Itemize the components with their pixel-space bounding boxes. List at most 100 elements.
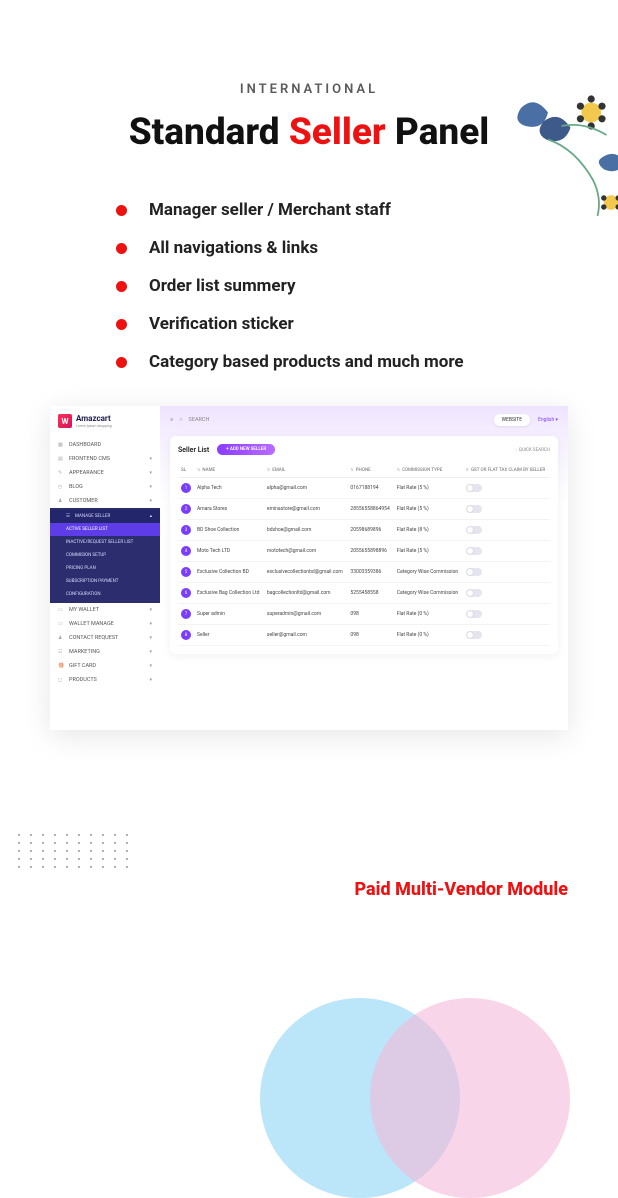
submenu-item[interactable]: CONFIGURATION — [50, 588, 160, 601]
nav-label: WALLET MANAGE — [69, 621, 114, 627]
row-number-badge: 7 — [181, 609, 191, 619]
submenu-item[interactable]: INACTIVE/REQUEST SELLER LIST — [50, 536, 160, 549]
chevron-down-icon: ▾ — [149, 677, 152, 683]
nav-label: GIFT CARD — [69, 663, 96, 669]
nav-label: MARKETING — [69, 649, 100, 655]
brand-name: Amazcart — [76, 414, 112, 423]
submenu-item[interactable]: PRICING PLAN — [50, 562, 160, 575]
bullet-icon — [116, 243, 127, 254]
chevron-down-icon: ▾ — [149, 498, 152, 504]
submenu-item[interactable]: SUBSCRIPTION PAYMENT — [50, 575, 160, 588]
chevron-up-icon: ▴ — [150, 514, 152, 519]
column-header[interactable]: ⇅COMMISSION TYPE — [394, 463, 463, 478]
nav-item[interactable]: ♟CUSTOMER▾ — [50, 494, 160, 508]
add-seller-button[interactable]: + ADD NEW SELLER — [217, 444, 275, 455]
nav-icon: 🎁 — [58, 663, 64, 669]
sidebar: W Amazcart Lorem ipsum shopping ▦ DASHBOA… — [50, 406, 160, 730]
toggle-switch[interactable] — [466, 547, 482, 555]
table-row: 7Super adminsuperadmin@gmail.com098Flat … — [178, 604, 550, 625]
nav-label: CUSTOMER — [69, 498, 98, 504]
toggle-switch[interactable] — [466, 610, 482, 618]
nav-item[interactable]: ▦ DASHBOARD — [50, 438, 160, 452]
toggle-switch[interactable] — [466, 484, 482, 492]
row-number-badge: 5 — [181, 567, 191, 577]
nav-label: DASHBOARD — [69, 442, 101, 448]
toggle-switch[interactable] — [466, 631, 482, 639]
nav-item[interactable]: ☷MARKETING▾ — [50, 645, 160, 659]
feature-text: Manager seller / Merchant staff — [149, 200, 391, 220]
submenu-header-label: MANAGE SELLER — [75, 514, 110, 519]
nav-item[interactable]: ▭MY WALLET▾ — [50, 603, 160, 617]
sort-icon: ⇅ — [397, 467, 400, 472]
toggle-switch[interactable] — [466, 568, 482, 576]
cell-name: Moto Tech LTD — [194, 541, 264, 562]
column-header[interactable]: ⇅PHONE — [347, 463, 393, 478]
column-header[interactable]: ⇅GST OR FLAT TAX CLAIM BY SELLER — [463, 463, 550, 478]
search-icon[interactable]: ○ — [179, 417, 182, 423]
sort-icon: ⇅ — [267, 467, 270, 472]
nav-icon: ♟ — [58, 635, 64, 641]
search-label[interactable]: SEARCH — [189, 417, 210, 423]
cell-phone: 5255458558 — [347, 583, 393, 604]
nav-label: BLOG — [69, 484, 83, 490]
nav-item[interactable]: ◴BLOG▾ — [50, 480, 160, 494]
nav-icon: ☷ — [58, 649, 64, 655]
admin-screenshot: W Amazcart Lorem ipsum shopping ▦ DASHBOA… — [50, 406, 568, 730]
table-row: 3BD Shoe Collectionbdshoe@gmail.com20598… — [178, 520, 550, 541]
brand-logo-icon: W — [58, 414, 72, 428]
nav-item[interactable]: ♟CONTACT REQUEST▾ — [50, 631, 160, 645]
cell-commission: Category Wise Commission — [394, 562, 463, 583]
sort-icon: ⇅ — [197, 467, 200, 472]
cell-commission: Flat Rate (5 %) — [394, 541, 463, 562]
nav-item[interactable]: ◻PRODUCTS▾ — [50, 673, 160, 687]
feature-item: Order list summery — [116, 276, 618, 296]
table-row: 6Exclusive Bag Collection Ltdbagcollecti… — [178, 583, 550, 604]
cell-name: Super admin — [194, 604, 264, 625]
sort-icon: ⇅ — [466, 467, 469, 472]
table-row: 5Exclusive Collection BDexclusivecollect… — [178, 562, 550, 583]
title-part-a: Standard — [129, 111, 289, 154]
nav-item[interactable]: ▭WALLET MANAGE▾ — [50, 617, 160, 631]
cell-name: Exclusive Collection BD — [194, 562, 264, 583]
column-header[interactable]: ⇅NAME — [194, 463, 264, 478]
nav-item[interactable]: 🎁 GIFT CARD ▾ — [50, 659, 160, 673]
feature-item: Verification sticker — [116, 314, 618, 334]
website-pill[interactable]: WEBSITE — [494, 414, 530, 426]
table-row: 2Amara Storeseminastore@gmail.com2855655… — [178, 499, 550, 520]
submenu-header[interactable]: ☰ MANAGE SELLER ▴ — [50, 510, 160, 523]
row-number-badge: 3 — [181, 525, 191, 535]
row-number-badge: 4 — [181, 546, 191, 556]
chevron-down-icon: ▾ — [149, 456, 152, 462]
chevron-down-icon: ▾ — [149, 663, 152, 669]
column-header[interactable]: SL — [178, 463, 194, 478]
table-row: 8Sellerseller@gmail.com098Flat Rate (0 %… — [178, 625, 550, 646]
nav-item[interactable]: ▤FRONTEND CMS▾ — [50, 452, 160, 466]
language-selector[interactable]: English ▾ — [538, 417, 558, 423]
brand[interactable]: W Amazcart Lorem ipsum shopping — [50, 406, 160, 438]
toggle-switch[interactable] — [466, 526, 482, 534]
quick-search[interactable]: ◌ QUICK SEARCH — [515, 447, 550, 453]
nav-icon: ▦ — [58, 442, 64, 448]
chevron-down-icon: ▾ — [149, 621, 152, 627]
nav-item[interactable]: ✎APPEARANCE▾ — [50, 466, 160, 480]
cell-name: BD Shoe Collection — [194, 520, 264, 541]
row-number-badge: 1 — [181, 483, 191, 493]
cell-email: exclusivecollectionbd@gmail.com — [264, 562, 348, 583]
cell-email: alpha@gmail.com — [264, 478, 348, 499]
menu-icon: ☰ — [66, 514, 70, 519]
cell-phone: 0167188194 — [347, 478, 393, 499]
nav-submenu: ☰ MANAGE SELLER ▴ ACTIVE SELLER LISTINACT… — [50, 508, 160, 603]
submenu-item[interactable]: ACTIVE SELLER LIST — [50, 523, 160, 536]
submenu-item[interactable]: COMMISION SETUP — [50, 549, 160, 562]
column-header[interactable]: ⇅EMAIL — [264, 463, 348, 478]
chevron-down-icon: ▾ — [149, 484, 152, 490]
hamburger-icon[interactable]: ≡ — [170, 417, 173, 423]
toggle-switch[interactable] — [466, 589, 482, 597]
cell-email: eminastore@gmail.com — [264, 499, 348, 520]
topbar: ≡ ○ SEARCH WEBSITE English ▾ — [170, 414, 558, 426]
toggle-switch[interactable] — [466, 505, 482, 513]
cell-name: Seller — [194, 625, 264, 646]
main-area: ≡ ○ SEARCH WEBSITE English ▾ Seller List… — [160, 406, 568, 730]
sort-icon: ⇅ — [350, 467, 353, 472]
cell-email: superadmin@gmail.com — [264, 604, 348, 625]
